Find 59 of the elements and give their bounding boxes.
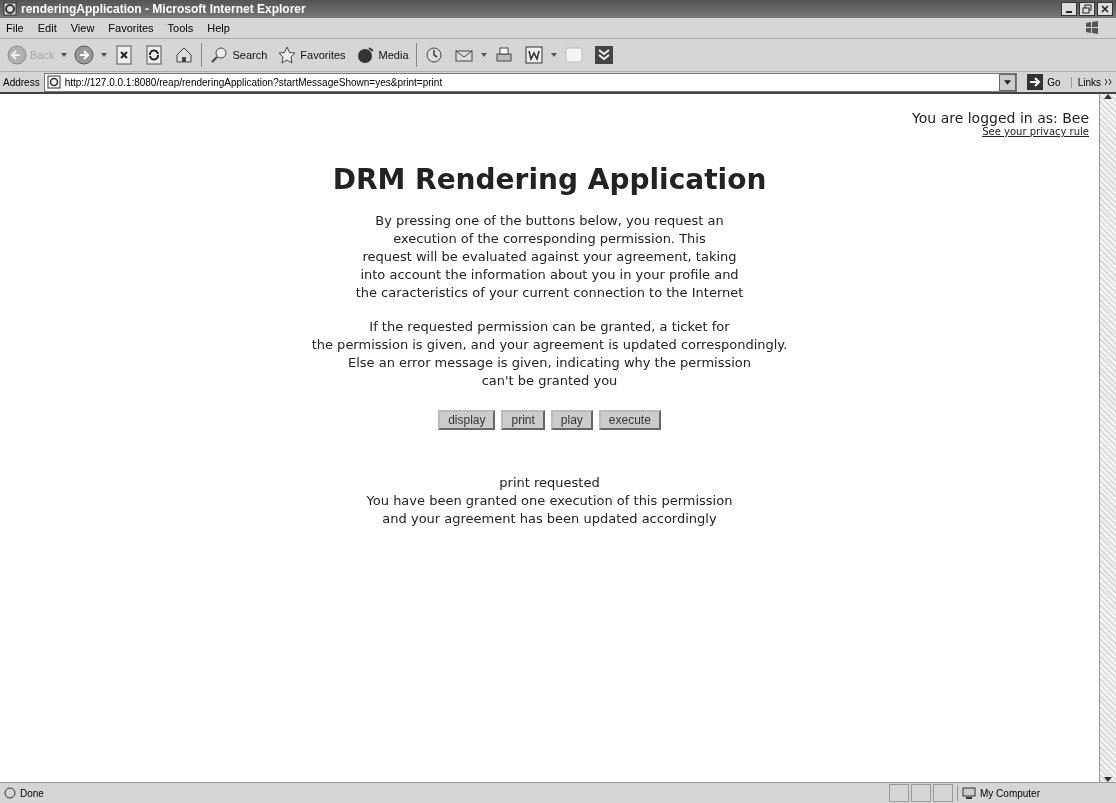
go-button[interactable]: Go xyxy=(1021,74,1067,90)
star-icon xyxy=(277,45,298,65)
result-message: print requested You have been granted one execution of this permission and your agreement has been updated accordingly xyxy=(365,474,734,528)
links-button[interactable]: Links xyxy=(1070,76,1101,88)
permission-button[interactable]: display xyxy=(438,410,496,430)
disc-icon xyxy=(355,45,376,65)
paragraph: If the requested permission can be granted, a ticket for the permission is given, and your agreement is updated correspondingly. Else an error message is given, indicating why the permission can't be granted you xyxy=(310,318,789,390)
printer-icon xyxy=(493,45,514,65)
restore-icon xyxy=(1082,4,1092,14)
dropdown-button[interactable] xyxy=(999,73,1017,91)
menu-item[interactable]: Tools xyxy=(167,22,194,34)
computer-icon xyxy=(962,787,976,799)
login-status: You are logged in as: Bee xyxy=(912,110,1089,126)
page-heading: DRM Rendering Application xyxy=(331,163,768,196)
refresh-icon xyxy=(144,45,165,65)
menu-item[interactable]: File xyxy=(6,22,24,34)
scroll-down-icon[interactable] xyxy=(1104,777,1112,782)
favorites-button[interactable]: Favorites xyxy=(274,43,349,67)
close-button[interactable] xyxy=(1097,2,1113,16)
clock-icon xyxy=(423,45,444,65)
blank-page-icon xyxy=(563,45,584,65)
permission-button[interactable]: execute xyxy=(598,410,661,430)
chevron-icon[interactable] xyxy=(1105,79,1113,85)
menu-item[interactable]: View xyxy=(70,22,95,34)
dropdown-arrow-icon[interactable] xyxy=(480,53,487,57)
arrow-icon xyxy=(1027,74,1044,90)
windows-logo-icon xyxy=(1084,20,1100,36)
permission-button[interactable]: play xyxy=(550,410,593,430)
search-icon xyxy=(209,45,230,65)
browser-icon xyxy=(3,2,17,16)
media-button[interactable]: Media xyxy=(352,43,412,67)
menu-item[interactable]: Favorites xyxy=(108,22,154,34)
chevron-icon xyxy=(593,45,614,65)
home-icon xyxy=(174,45,195,65)
address-field[interactable]: http://127.0.0.1:8080/reap/renderingApplication?startMessageShown=yes&print=print xyxy=(43,72,1018,92)
scroll-up-icon[interactable] xyxy=(1104,94,1112,99)
stop-icon xyxy=(114,45,135,65)
paragraph: By pressing one of the buttons below, you request an execution of the corresponding permission. This request will be evaluated against your agreement, taking into account the information about you in your profile and the caracteristics of your current connection to the Internet xyxy=(354,212,745,302)
minimize-button[interactable] xyxy=(1061,2,1077,16)
page-icon xyxy=(4,787,16,799)
scrollbar[interactable] xyxy=(1099,94,1116,782)
caret-icon xyxy=(1004,79,1012,85)
permission-button[interactable]: print xyxy=(501,410,545,430)
document-icon xyxy=(523,45,544,65)
address-label: Address xyxy=(3,76,40,88)
search-button[interactable]: Search xyxy=(206,43,271,67)
restore-button[interactable] xyxy=(1079,2,1095,16)
menu-item[interactable]: Edit xyxy=(37,22,57,34)
zone-label: My Computer xyxy=(980,787,1040,799)
minimize-icon xyxy=(1066,11,1072,13)
close-icon xyxy=(1100,4,1110,14)
menu-item[interactable]: Help xyxy=(207,22,230,34)
dropdown-arrow-icon[interactable] xyxy=(101,53,108,57)
privacy-link[interactable]: See your privacy rule xyxy=(982,126,1089,137)
dropdown-arrow-icon[interactable] xyxy=(550,53,557,57)
page-icon xyxy=(46,75,61,89)
status-text: Done xyxy=(20,787,45,799)
window-title: renderingApplication - Microsoft Internet Explorer xyxy=(21,2,306,16)
dropdown-arrow-icon[interactable] xyxy=(61,53,68,57)
